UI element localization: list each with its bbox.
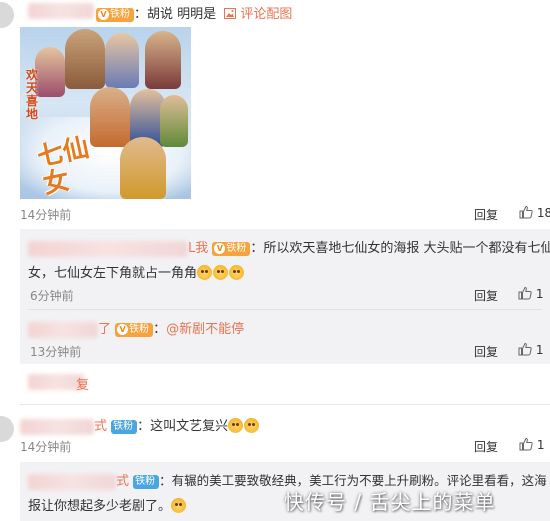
- emoji-icon: [228, 418, 244, 433]
- comment-time: 14分钟前: [20, 440, 72, 454]
- like-button[interactable]: 1: [518, 286, 543, 301]
- emoji-icon: [244, 418, 260, 433]
- like-count: 1: [536, 438, 545, 452]
- like-button[interactable]: 1: [519, 437, 544, 452]
- reply-text-line1: ：所以欢天喜地七仙女的海报 大头贴一个都没有七仙: [250, 241, 550, 256]
- poster-title: 欢天喜地: [26, 68, 39, 121]
- fan-badge[interactable]: V 铁粉: [212, 241, 251, 256]
- comment-1: V 铁粉 ：胡说 明明是 评论配图 欢天喜地 七仙女 14分钟前 回复 18: [0, 0, 550, 225]
- thumbs-up-icon: [519, 437, 533, 451]
- like-count: 18: [536, 206, 550, 220]
- username-suffix[interactable]: 式: [94, 419, 107, 434]
- comment-text: ：胡说 明明是: [134, 7, 217, 22]
- mention-link[interactable]: @新剧不能停: [166, 322, 244, 337]
- poster-figure: [145, 31, 181, 89]
- reply-time: 13分钟前: [30, 345, 82, 359]
- username[interactable]: [20, 418, 94, 435]
- comment-text: ：这叫文艺复兴: [137, 419, 229, 434]
- like-count: 1: [535, 343, 544, 357]
- thumbs-up-icon: [518, 286, 532, 300]
- reply-text-line2: 女，七仙女左下角就占一角角: [28, 266, 198, 281]
- fan-badge[interactable]: V 铁粉: [96, 7, 134, 22]
- reply-username[interactable]: [28, 473, 116, 490]
- divider: [28, 309, 542, 310]
- iron-fan-badge[interactable]: 铁粉: [111, 419, 138, 434]
- emoji-icon: [229, 265, 245, 280]
- poster-figure: [160, 95, 188, 147]
- avatar[interactable]: [0, 2, 14, 28]
- reply-button[interactable]: 回复: [474, 287, 498, 304]
- comment-2: 复: [20, 370, 550, 400]
- reply-username-suffix[interactable]: 式: [116, 474, 129, 489]
- poster-figure: [65, 29, 105, 89]
- reply-item: 了 V 铁粉 ：@新剧不能停 13分钟前 回复 1: [28, 321, 544, 360]
- like-count: 1: [535, 287, 544, 301]
- reply-username[interactable]: [28, 240, 188, 257]
- poster-figure: [105, 33, 139, 88]
- avatar[interactable]: [0, 416, 14, 442]
- username[interactable]: [28, 3, 94, 23]
- comment-image-link[interactable]: 评论配图: [224, 7, 292, 22]
- emoji-icon: [213, 265, 229, 280]
- comment-image[interactable]: 欢天喜地 七仙女: [20, 27, 191, 199]
- emoji-icon: [171, 498, 187, 513]
- like-button[interactable]: 18: [519, 205, 550, 220]
- reply-text-line2: 报让你想起多少老剧了。: [28, 499, 172, 514]
- username-tail[interactable]: 复: [76, 374, 89, 393]
- thumbs-up-icon: [519, 205, 533, 219]
- reply-list: L我 V 铁粉 ：所以欢天喜地七仙女的海报 大头贴一个都没有七仙 女，七仙女左下角就…: [20, 229, 550, 364]
- reply-username-suffix[interactable]: 了: [98, 322, 111, 337]
- image-icon: [224, 8, 237, 19]
- like-button[interactable]: 1: [518, 342, 543, 357]
- fan-badge[interactable]: V 铁粉: [115, 322, 154, 337]
- iron-fan-badge[interactable]: 铁粉: [133, 474, 160, 489]
- reply-username-suffix[interactable]: L我: [188, 241, 208, 256]
- reply-button[interactable]: 回复: [474, 206, 498, 223]
- comment-3: 式 铁粉 ：这叫文艺复兴 14分钟前 回复 1: [0, 408, 550, 458]
- watermark: 快传号 / 舌尖上的菜单: [284, 490, 496, 514]
- reply-item: L我 V 铁粉 ：所以欢天喜地七仙女的海报 大头贴一个都没有七仙 女，七仙女左下角就…: [20, 229, 550, 306]
- reply-button[interactable]: 回复: [474, 343, 498, 360]
- thumbs-up-icon: [518, 342, 532, 356]
- divider: [20, 404, 550, 405]
- poster-figure: [120, 137, 166, 199]
- emoji-icon: [197, 265, 213, 280]
- reply-username[interactable]: [28, 321, 98, 338]
- reply-time: 6分钟前: [30, 289, 74, 303]
- comment-time: 14分钟前: [20, 208, 72, 222]
- reply-button[interactable]: 回复: [474, 438, 498, 455]
